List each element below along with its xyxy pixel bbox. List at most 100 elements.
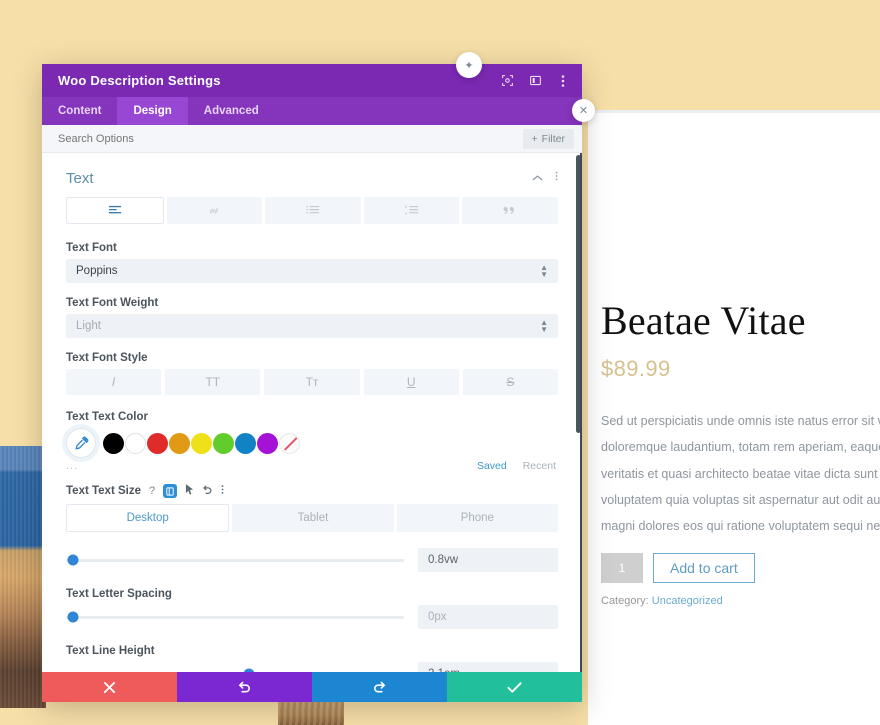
product-description: Sed ut perspiciatis unde omnis iste natu… (601, 408, 880, 539)
gear-icon: ✦ (464, 59, 474, 72)
description-line: doloremque laudantium, totam rem aperiam… (601, 440, 880, 455)
swatch-white[interactable] (125, 432, 146, 454)
swatch-black[interactable] (103, 432, 124, 454)
product-category: Category: Uncategorized (601, 595, 880, 607)
cursor-icon[interactable] (185, 484, 194, 498)
modal-header: Woo Description Settings (42, 64, 582, 97)
product-details: Beatae Vitae $89.99 Sed ut perspiciatis … (601, 300, 880, 607)
section-header-text: Text (66, 153, 558, 197)
expand-icon[interactable] (500, 74, 514, 88)
swatch-yellow[interactable] (191, 432, 212, 454)
description-line: magni dolores eos qui ratione voluptatem… (601, 519, 880, 533)
kebab-menu-icon[interactable] (555, 169, 558, 187)
text-align-icon[interactable] (66, 197, 164, 224)
category-label: Category: (601, 595, 649, 608)
text-font-weight-label: Text Font Weight (66, 297, 159, 309)
description-line: voluptatem quia voluptas sit aspernatur … (601, 492, 880, 507)
text-font-label: Text Font (66, 242, 117, 254)
device-tab-desktop[interactable]: Desktop (66, 504, 230, 532)
quote-icon[interactable] (462, 197, 558, 224)
device-tabs: Desktop Tablet Phone (66, 504, 558, 532)
text-size-value[interactable]: 0.8vw (418, 548, 558, 572)
filter-button[interactable]: + Filter (522, 128, 574, 149)
panel-layout-icon[interactable] (528, 74, 542, 88)
search-input[interactable] (58, 132, 523, 145)
tab-advanced[interactable]: Advanced (188, 97, 275, 125)
text-font-style-label: Text Font Style (66, 352, 148, 364)
close-icon: ✕ (578, 105, 589, 117)
letter-spacing-label: Text Letter Spacing (66, 588, 172, 600)
product-photo-detail (278, 700, 344, 725)
ordered-list-icon[interactable] (363, 197, 460, 224)
strikethrough-icon[interactable]: S (462, 369, 559, 395)
modal-title: Woo Description Settings (58, 73, 221, 88)
underline-icon[interactable]: U (363, 369, 459, 395)
text-font-select[interactable]: Poppins ▲ ▼ (66, 259, 558, 283)
text-size-slider[interactable] (66, 554, 404, 566)
modal-body: Text Text Font Poppins ▲ ▼ Text Font Wei… (42, 153, 582, 672)
swatch-transparent[interactable] (279, 432, 300, 454)
letter-spacing-slider[interactable] (66, 611, 404, 623)
text-format-tabs (66, 197, 558, 224)
swatch-red[interactable] (147, 432, 168, 454)
saved-colors-tab[interactable]: Saved (477, 460, 507, 472)
description-line: Sed ut perspiciatis unde omnis iste natu… (601, 414, 880, 428)
product-price: $89.99 (601, 356, 671, 381)
tab-content[interactable]: Content (42, 97, 117, 125)
line-height-value[interactable]: 2.1em (418, 662, 558, 672)
text-size-label: Text Text Size (66, 485, 141, 497)
line-height-slider-knob[interactable] (243, 668, 255, 672)
add-to-cart-row: 1 Add to cart (601, 553, 880, 584)
question-icon[interactable]: ? (149, 485, 155, 497)
chevron-up-icon[interactable] (532, 169, 543, 187)
bullet-list-icon[interactable] (265, 197, 361, 224)
eyedropper-icon[interactable] (66, 428, 96, 458)
kebab-menu-icon[interactable] (221, 484, 224, 498)
uppercase-icon[interactable]: TT (165, 369, 261, 395)
text-size-slider-knob[interactable] (67, 554, 79, 566)
settings-modal: Woo Description Settings Content Design … (42, 64, 582, 702)
letter-spacing-slider-knob[interactable] (67, 611, 79, 623)
redo-button[interactable] (312, 672, 447, 702)
product-page-top-border (588, 110, 880, 113)
undo-icon[interactable] (202, 484, 213, 498)
device-tab-phone[interactable]: Phone (396, 504, 558, 532)
device-tab-tablet[interactable]: Tablet (232, 504, 394, 532)
responsive-toggle-icon[interactable] (163, 484, 178, 498)
color-swatch-row (66, 428, 558, 458)
swatch-green[interactable] (213, 432, 234, 454)
module-handle-top[interactable]: ✦ (456, 52, 482, 78)
recent-colors-tab[interactable]: Recent (523, 460, 556, 472)
filter-label: Filter (541, 132, 565, 145)
swatch-orange[interactable] (169, 432, 190, 454)
letter-spacing-slider-row: 0px (66, 605, 558, 629)
undo-button[interactable] (177, 672, 312, 702)
kebab-menu-icon[interactable] (556, 74, 570, 88)
swatch-purple[interactable] (257, 432, 278, 454)
link-icon[interactable] (166, 197, 263, 224)
more-colors-button[interactable]: ... (66, 460, 78, 472)
quantity-stepper[interactable]: 1 (601, 553, 643, 584)
modal-action-bar (42, 672, 582, 702)
discard-button[interactable] (42, 672, 177, 702)
plus-icon: + (531, 132, 538, 145)
capitalize-icon[interactable]: Tт (264, 369, 360, 395)
italic-icon[interactable]: I (66, 369, 162, 395)
line-height-label: Text Line Height (66, 645, 155, 657)
letter-spacing-value[interactable]: 0px (418, 605, 558, 629)
swatch-blue[interactable] (235, 432, 256, 454)
add-to-cart-button[interactable]: Add to cart (653, 553, 755, 584)
text-color-label: Text Text Color (66, 411, 148, 423)
module-handle-right[interactable]: ✕ (572, 99, 595, 122)
color-meta-row: ... Saved Recent (66, 460, 558, 472)
tab-design[interactable]: Design (117, 97, 188, 125)
save-button[interactable] (447, 672, 582, 702)
category-link[interactable]: Uncategorized (652, 595, 723, 607)
modal-header-actions (500, 74, 570, 88)
text-font-style-options: I TT Tт U S (66, 369, 559, 395)
product-photo (0, 446, 46, 708)
description-line: veritatis et quasi architecto beatae vit… (601, 466, 880, 481)
search-options-bar: + Filter (42, 125, 582, 153)
text-font-weight-select[interactable]: Light ▲ ▼ (66, 314, 558, 338)
section-controls (532, 169, 558, 187)
